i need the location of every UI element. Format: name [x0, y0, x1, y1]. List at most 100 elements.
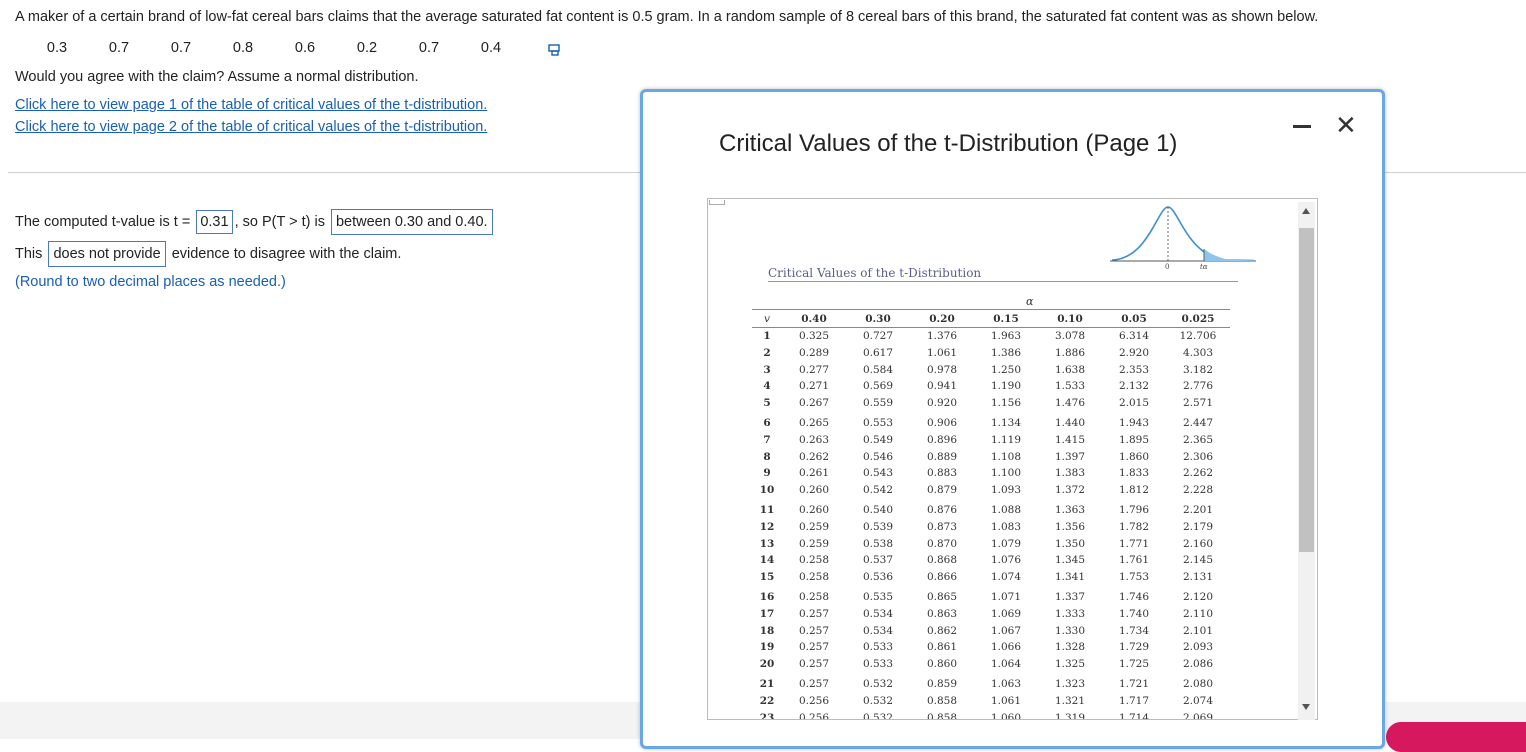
critical-value-cell: 0.258: [798, 554, 830, 567]
critical-value-cell: 1.067: [990, 624, 1022, 637]
caption-rule: [768, 281, 1238, 282]
critical-value-cell: 1.093: [990, 484, 1022, 497]
scroll-up-icon[interactable]: [1302, 208, 1310, 214]
df-cell: 23: [759, 711, 775, 720]
df-cell: 21: [759, 677, 775, 690]
critical-value-cell: 1.714: [1118, 711, 1150, 720]
data-value: 0.4: [480, 40, 502, 56]
critical-value-cell: 1.061: [926, 346, 958, 359]
critical-value-cell: 4.303: [1182, 346, 1214, 359]
critical-value-cell: 1.963: [990, 330, 1022, 342]
critical-value-cell: 1.345: [1054, 554, 1086, 567]
minimize-icon[interactable]: [1293, 125, 1311, 128]
probability-answer-box[interactable]: between 0.30 and 0.40.: [330, 209, 493, 235]
table-image-viewport[interactable]: 0 tα Critical Values of the t-Distributi…: [707, 198, 1318, 720]
critical-value-cell: 0.538: [862, 537, 894, 550]
critical-value-cell: 0.549: [862, 433, 894, 446]
check-answer-button[interactable]: [1386, 722, 1526, 752]
t-value-answer-box[interactable]: 0.31: [196, 210, 233, 234]
table-row: 16 0.258 0.535 0.865 1.071 1.337 1.746 2.120: [752, 587, 1230, 605]
copy-data-icon[interactable]: [548, 44, 562, 56]
critical-value-cell: 0.559: [862, 397, 894, 410]
critical-value-cell: 0.868: [926, 554, 958, 567]
table-page-1-link[interactable]: Click here to view page 1 of the table o…: [15, 97, 487, 113]
critical-value-cell: 1.066: [990, 641, 1022, 654]
critical-value-cell: 0.271: [798, 380, 830, 393]
critical-value-cell: 0.883: [926, 467, 958, 480]
table-row: 6 0.265 0.553 0.906 1.134 1.440 1.943 2.447: [752, 413, 1230, 431]
critical-value-cell: 1.079: [990, 537, 1022, 550]
critical-value-cell: 2.110: [1182, 607, 1214, 620]
scroll-down-icon[interactable]: [1302, 704, 1310, 710]
critical-value-cell: 0.537: [862, 554, 894, 567]
critical-value-cell: 0.546: [862, 450, 894, 463]
data-value: 0.7: [418, 40, 440, 56]
table-row: 2 0.289 0.617 1.061 1.386 1.886 2.920 4.303: [752, 345, 1230, 362]
data-value: 0.8: [232, 40, 254, 56]
table-row: 15 0.258 0.536 0.866 1.074 1.341 1.753 2.131: [752, 569, 1230, 587]
df-cell: 12: [759, 520, 775, 533]
df-cell: 14: [759, 554, 775, 567]
alpha-header: 0.025: [1166, 309, 1230, 328]
critical-value-cell: 1.812: [1118, 484, 1150, 497]
table-scrollbar[interactable]: [1298, 202, 1315, 720]
table-row: 14 0.258 0.537 0.868 1.076 1.345 1.761 2.145: [752, 552, 1230, 569]
critical-value-cell: 2.145: [1182, 554, 1214, 567]
critical-value-cell: 0.539: [862, 520, 894, 533]
df-cell: 5: [763, 397, 771, 410]
table-page-2-link[interactable]: Click here to view page 2 of the table o…: [15, 119, 487, 135]
critical-value-cell: 1.119: [990, 433, 1022, 446]
critical-value-cell: 1.886: [1054, 346, 1086, 359]
critical-value-cell: 2.447: [1182, 416, 1214, 429]
critical-value-cell: 2.086: [1182, 658, 1214, 671]
data-value: 0.6: [294, 40, 316, 56]
table-row: 5 0.267 0.559 0.920 1.156 1.476 2.015 2.571: [752, 395, 1230, 413]
critical-value-cell: 1.061: [990, 694, 1022, 707]
close-icon[interactable]: ✕: [1335, 110, 1357, 140]
critical-value-cell: 0.727: [862, 330, 894, 342]
answer-text: , so P(T > t) is: [234, 214, 325, 230]
df-cell: 11: [759, 503, 775, 516]
critical-value-cell: 1.134: [990, 416, 1022, 429]
scroll-thumb[interactable]: [1299, 228, 1314, 552]
df-cell: 3: [763, 363, 771, 376]
critical-value-cell: 3.182: [1182, 363, 1214, 376]
critical-value-cell: 1.725: [1118, 658, 1150, 671]
critical-value-cell: 0.257: [798, 641, 830, 654]
critical-value-cell: 2.776: [1182, 380, 1214, 393]
critical-value-cell: 0.865: [926, 590, 958, 603]
critical-value-cell: 1.323: [1054, 677, 1086, 690]
critical-value-cell: 1.341: [1054, 571, 1086, 584]
evidence-answer-box[interactable]: does not provide: [48, 241, 166, 267]
critical-value-cell: 1.746: [1118, 590, 1150, 603]
critical-value-cell: 1.833: [1118, 467, 1150, 480]
critical-value-cell: 1.415: [1054, 433, 1086, 446]
df-cell: 8: [763, 450, 771, 463]
critical-value-cell: 0.873: [926, 520, 958, 533]
df-header: v: [752, 309, 782, 328]
critical-value-cell: 0.860: [926, 658, 958, 671]
t-distribution-curve-icon: 0 tα: [1110, 206, 1256, 271]
table-row: 18 0.257 0.534 0.862 1.067 1.330 1.734 2.101: [752, 623, 1230, 640]
critical-value-cell: 1.721: [1118, 677, 1150, 690]
df-cell: 18: [759, 624, 775, 637]
critical-value-cell: 0.534: [862, 624, 894, 637]
critical-value-cell: 2.262: [1182, 467, 1214, 480]
critical-value-cell: 0.543: [862, 467, 894, 480]
critical-value-cell: 2.132: [1118, 380, 1150, 393]
critical-value-cell: 1.356: [1054, 520, 1086, 533]
alpha-header: 0.10: [1038, 309, 1102, 328]
critical-value-cell: 1.100: [990, 467, 1022, 480]
critical-value-cell: 0.569: [862, 380, 894, 393]
table-row: 11 0.260 0.540 0.876 1.088 1.363 1.796 2.201: [752, 500, 1230, 518]
critical-value-cell: 3.078: [1054, 330, 1086, 342]
data-value: 0.7: [170, 40, 192, 56]
t-table-popup: Critical Values of the t-Distribution (P…: [640, 89, 1385, 749]
critical-value-cell: 2.131: [1182, 571, 1214, 584]
rounding-note: (Round to two decimal places as needed.): [15, 274, 286, 290]
critical-value-cell: 1.325: [1054, 658, 1086, 671]
critical-value-cell: 0.257: [798, 607, 830, 620]
critical-value-cell: 0.532: [862, 694, 894, 707]
critical-value-cell: 0.978: [926, 363, 958, 376]
critical-value-cell: 0.859: [926, 677, 958, 690]
